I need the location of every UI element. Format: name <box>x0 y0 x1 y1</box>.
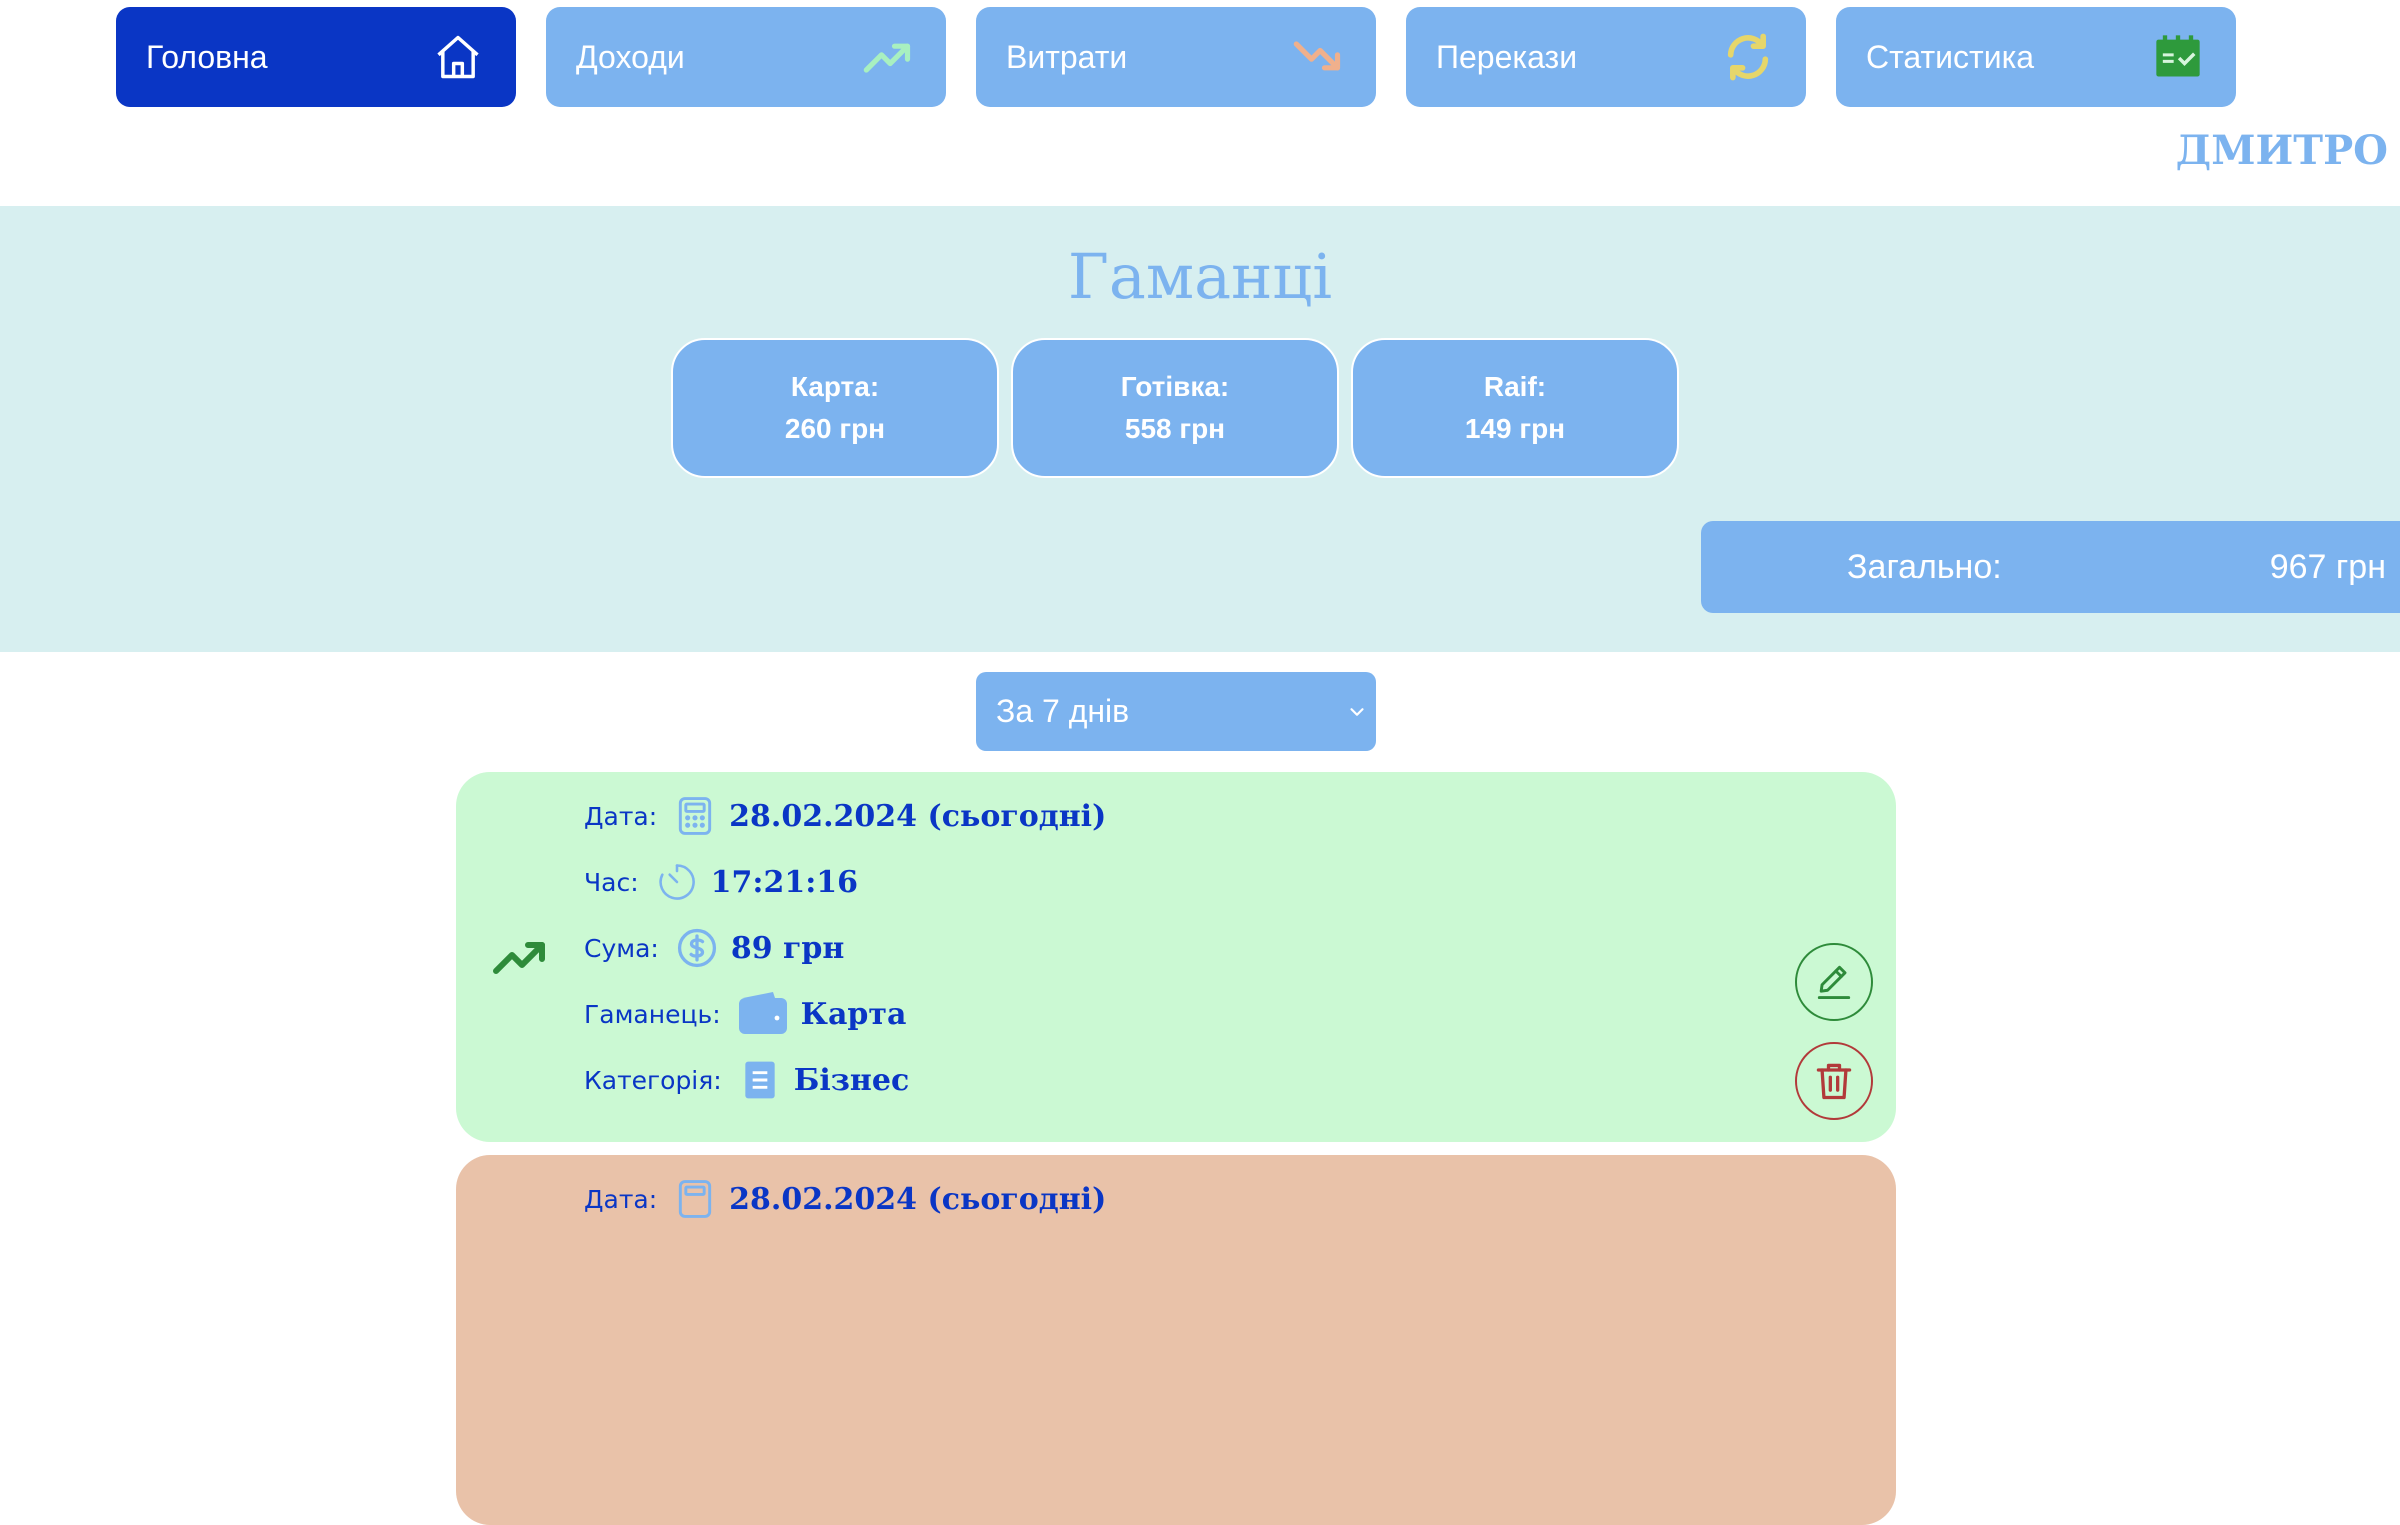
date-value: 28.02.2024 (сьогодні) <box>729 1181 1107 1217</box>
wallet-row: Гаманець: Карта <box>584 984 906 1044</box>
nav-label-transfers: Перекази <box>1436 38 1578 75</box>
nav-label-income: Доходи <box>576 38 685 75</box>
calculator-icon <box>679 1180 712 1218</box>
trending-down-icon <box>1293 41 1341 71</box>
wallets-title: Гаманці <box>1067 240 1333 313</box>
wallet-name: Карта: <box>790 371 880 402</box>
calendar-check-icon <box>2156 35 2200 77</box>
wallet-card-card[interactable]: Карта: 260 грн <box>671 338 999 478</box>
trending-up-icon <box>493 942 545 974</box>
total-value: 967 грн <box>2269 547 2386 586</box>
sum-row: Сума: 89 грн <box>584 918 844 978</box>
nav-button-income[interactable]: Доходи <box>546 7 946 107</box>
nav-label-statistics: Статистика <box>1866 38 2035 75</box>
date-row: Дата: 28.02.2024 (сьогодні) <box>584 1169 1106 1229</box>
wallet-amount: 558 грн <box>1124 413 1226 444</box>
document-icon <box>745 1061 775 1099</box>
time-row: Час: 17:21:16 <box>584 852 858 912</box>
trending-up-icon <box>863 43 911 73</box>
wallet-value: Карта <box>800 996 907 1032</box>
user-name[interactable]: ДМИТРО <box>2176 127 2388 174</box>
category-label: Категорія: <box>584 1065 722 1095</box>
wallet-cards: Карта: 260 грн Готівка: 558 грн Raif: 14… <box>671 338 1679 478</box>
date-label: Дата: <box>584 801 658 831</box>
period-select-value: За 7 днів <box>996 693 1130 729</box>
wallet-amount: 260 грн <box>784 413 886 444</box>
calculator-icon <box>679 797 712 835</box>
time-value: 17:21:16 <box>710 864 859 900</box>
wallet-icon <box>738 992 787 1034</box>
wallet-label: Гаманець: <box>584 999 721 1029</box>
wallet-card-raif[interactable]: Raif: 149 грн <box>1351 338 1679 478</box>
sum-value: 89 грн <box>730 930 845 966</box>
total-label: Загально: <box>1847 547 2002 586</box>
category-value: Бізнес <box>793 1062 910 1098</box>
wallet-card-cash[interactable]: Готівка: 558 грн <box>1011 338 1339 478</box>
wallet-amount: 149 грн <box>1464 413 1566 444</box>
home-icon <box>437 35 479 79</box>
nav-label-expenses: Витрати <box>1006 38 1128 75</box>
dollar-icon <box>677 928 716 968</box>
nav-button-expenses[interactable]: Витрати <box>976 7 1376 107</box>
sum-label: Сума: <box>584 933 659 963</box>
category-row: Категорія: Бізнес <box>584 1050 909 1110</box>
wallet-name: Готівка: <box>1120 371 1230 402</box>
trash-icon <box>1816 1063 1852 1100</box>
edit-button[interactable] <box>1795 943 1873 1021</box>
pencil-icon <box>1817 965 1851 1000</box>
date-value: 28.02.2024 (сьогодні) <box>729 798 1107 834</box>
date-label: Дата: <box>584 1184 658 1214</box>
period-select[interactable]: За 7 днів <box>976 672 1376 751</box>
timer-icon <box>659 864 695 900</box>
date-row: Дата: 28.02.2024 (сьогодні) <box>584 786 1106 846</box>
refresh-icon <box>1727 33 1769 81</box>
nav-button-transfers[interactable]: Перекази <box>1406 7 1806 107</box>
transaction-card-income: Дата: 28.02.2024 (сьогодні) Час: 17:21:1… <box>456 772 1896 1142</box>
nav-label-home: Головна <box>146 38 268 75</box>
wallets-total-bar: Загально: 967 грн <box>1701 521 2400 613</box>
time-label: Час: <box>584 867 639 897</box>
nav-button-home[interactable]: Головна <box>116 7 516 107</box>
chevron-down-icon <box>1350 707 1364 716</box>
top-navigation: Головна Доходи Витрати Перекази Статисти… <box>116 7 2236 107</box>
transaction-card-expense: Дата: 28.02.2024 (сьогодні) <box>456 1155 1896 1525</box>
nav-button-statistics[interactable]: Статистика <box>1836 7 2236 107</box>
wallet-name: Raif: <box>1483 371 1547 402</box>
delete-button[interactable] <box>1795 1042 1873 1120</box>
